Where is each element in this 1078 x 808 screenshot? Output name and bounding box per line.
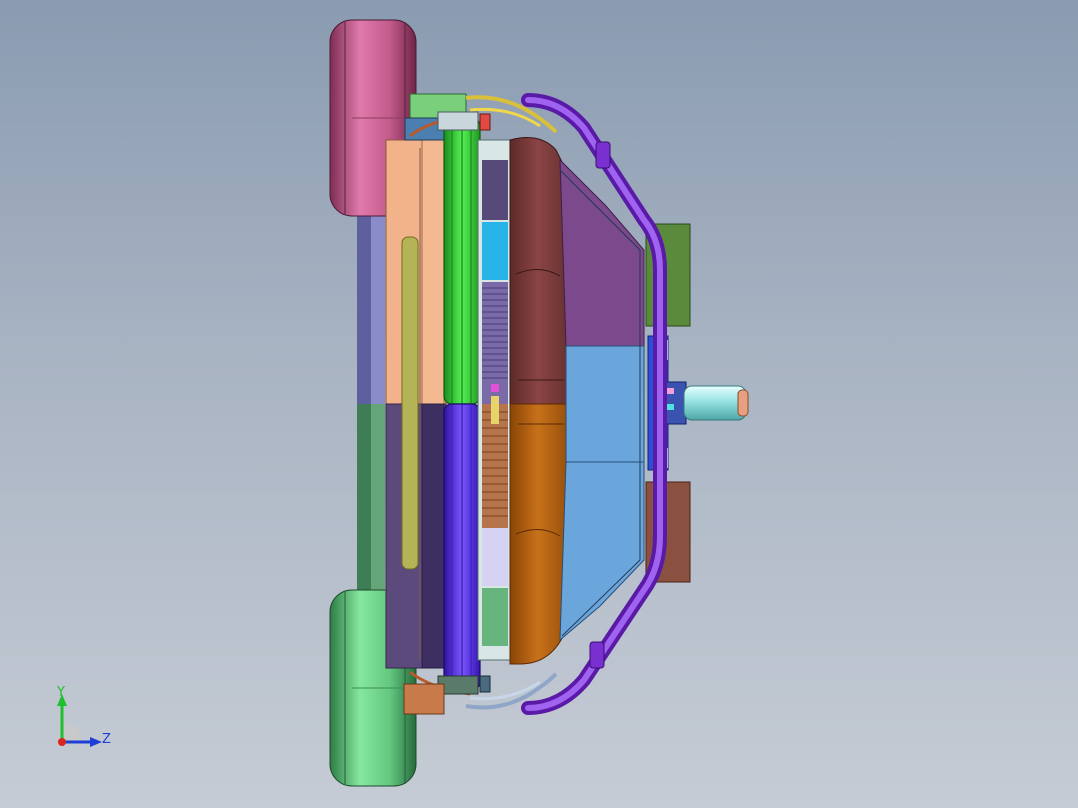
violet-belt[interactable]	[443, 403, 481, 691]
graphics-viewport[interactable]: Y Z	[0, 0, 1078, 808]
main-body[interactable]	[509, 137, 567, 665]
green-belt[interactable]	[443, 117, 481, 405]
left-frame[interactable]	[357, 212, 385, 594]
dashboard-panel[interactable]	[559, 158, 645, 642]
x-axis-dot	[58, 738, 66, 746]
orientation-triad[interactable]: Y Z	[48, 684, 128, 754]
side-panel[interactable]	[385, 139, 447, 669]
z-axis-label: Z	[102, 732, 111, 747]
y-axis-label: Y	[57, 685, 65, 700]
shaft[interactable]	[683, 385, 749, 421]
grille-column[interactable]	[477, 139, 515, 661]
assembly-model[interactable]	[0, 0, 1078, 808]
